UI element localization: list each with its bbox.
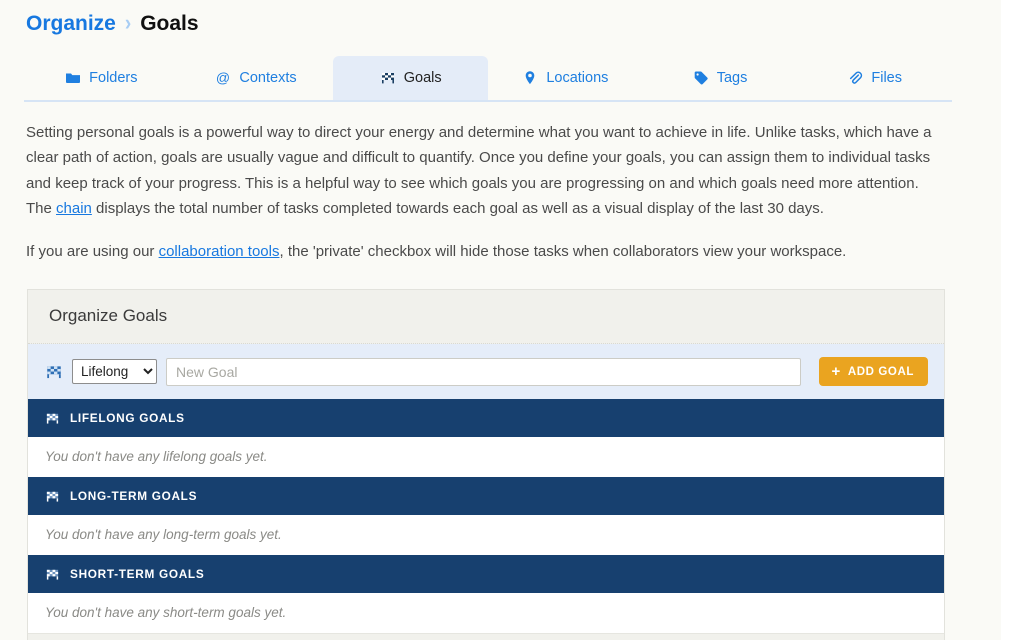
at-icon: @ [215, 70, 231, 86]
breadcrumb-link-organize[interactable]: Organize [26, 10, 116, 38]
empty-state-long-term: You don't have any long-term goals yet. [28, 515, 944, 555]
paperclip-icon [847, 70, 863, 86]
goals-card-title: Organize Goals [49, 306, 168, 325]
tab-bar: Folders @ Contexts Goals Locations Tags … [24, 56, 952, 102]
tab-contexts[interactable]: @ Contexts [179, 56, 334, 100]
page-title: Goals [140, 12, 199, 35]
intro-p2-text-a: If you are using our [26, 242, 159, 260]
tag-icon [693, 70, 709, 86]
intro-p1-text-b: displays the total number of tasks compl… [91, 200, 824, 218]
plus-icon: + [831, 362, 841, 380]
intro-paragraph-1: Setting personal goals is a powerful way… [26, 120, 942, 222]
flag-icon [44, 566, 60, 582]
pin-icon [522, 70, 538, 86]
goals-card-header: Organize Goals [28, 290, 944, 344]
new-goal-input[interactable] [166, 357, 802, 386]
tab-locations[interactable]: Locations [488, 56, 643, 100]
svg-text:@: @ [216, 70, 230, 86]
section-title-lifelong: LIFELONG GOALS [70, 411, 185, 425]
collaboration-tools-link[interactable]: collaboration tools [159, 243, 280, 260]
tab-goals[interactable]: Goals [333, 56, 489, 100]
tab-folders-label: Folders [89, 70, 138, 86]
tab-files-label: Files [871, 70, 902, 86]
goal-type-select[interactable]: Lifelong Long-term Short-term [72, 359, 157, 384]
tab-locations-label: Locations [546, 70, 609, 86]
flag-icon [45, 363, 63, 381]
folder-icon [65, 70, 81, 86]
flag-icon [44, 410, 60, 426]
intro-p2-text-b: , the 'private' checkbox will hide those… [279, 242, 847, 260]
tab-folders[interactable]: Folders [24, 56, 179, 100]
add-goal-button-label: ADD GOAL [847, 365, 914, 378]
section-title-short-term: SHORT-TERM GOALS [70, 567, 205, 581]
flag-icon [380, 70, 396, 86]
breadcrumb: Organize › Goals [26, 10, 199, 38]
chain-link[interactable]: chain [56, 200, 92, 217]
tab-tags[interactable]: Tags [643, 56, 798, 100]
tab-contexts-label: Contexts [239, 70, 297, 86]
empty-state-short-term: You don't have any short-term goals yet. [28, 593, 944, 633]
intro-copy: Setting personal goals is a powerful way… [26, 120, 942, 264]
add-goal-form: Lifelong Long-term Short-term + ADD GOAL [28, 344, 944, 399]
add-goal-button[interactable]: + ADD GOAL [819, 357, 928, 386]
tab-tags-label: Tags [716, 70, 748, 86]
tab-files[interactable]: Files [797, 56, 952, 100]
tab-goals-label: Goals [403, 70, 442, 86]
breadcrumb-chevron-icon: › [124, 11, 132, 36]
section-title-long-term: LONG-TERM GOALS [70, 489, 198, 503]
section-header-long-term: LONG-TERM GOALS [28, 477, 944, 515]
goals-card: Organize Goals Lifelong Long-term [27, 289, 945, 640]
flag-icon [44, 488, 60, 504]
section-header-short-term: SHORT-TERM GOALS [28, 555, 944, 593]
goals-card-footer [28, 633, 944, 640]
empty-state-lifelong: You don't have any lifelong goals yet. [28, 437, 944, 477]
section-header-lifelong: LIFELONG GOALS [28, 399, 944, 437]
page-root: Organize › Goals Folders @ Contexts Goal… [0, 0, 1024, 640]
intro-paragraph-2: If you are using our collaboration tools… [26, 239, 942, 264]
